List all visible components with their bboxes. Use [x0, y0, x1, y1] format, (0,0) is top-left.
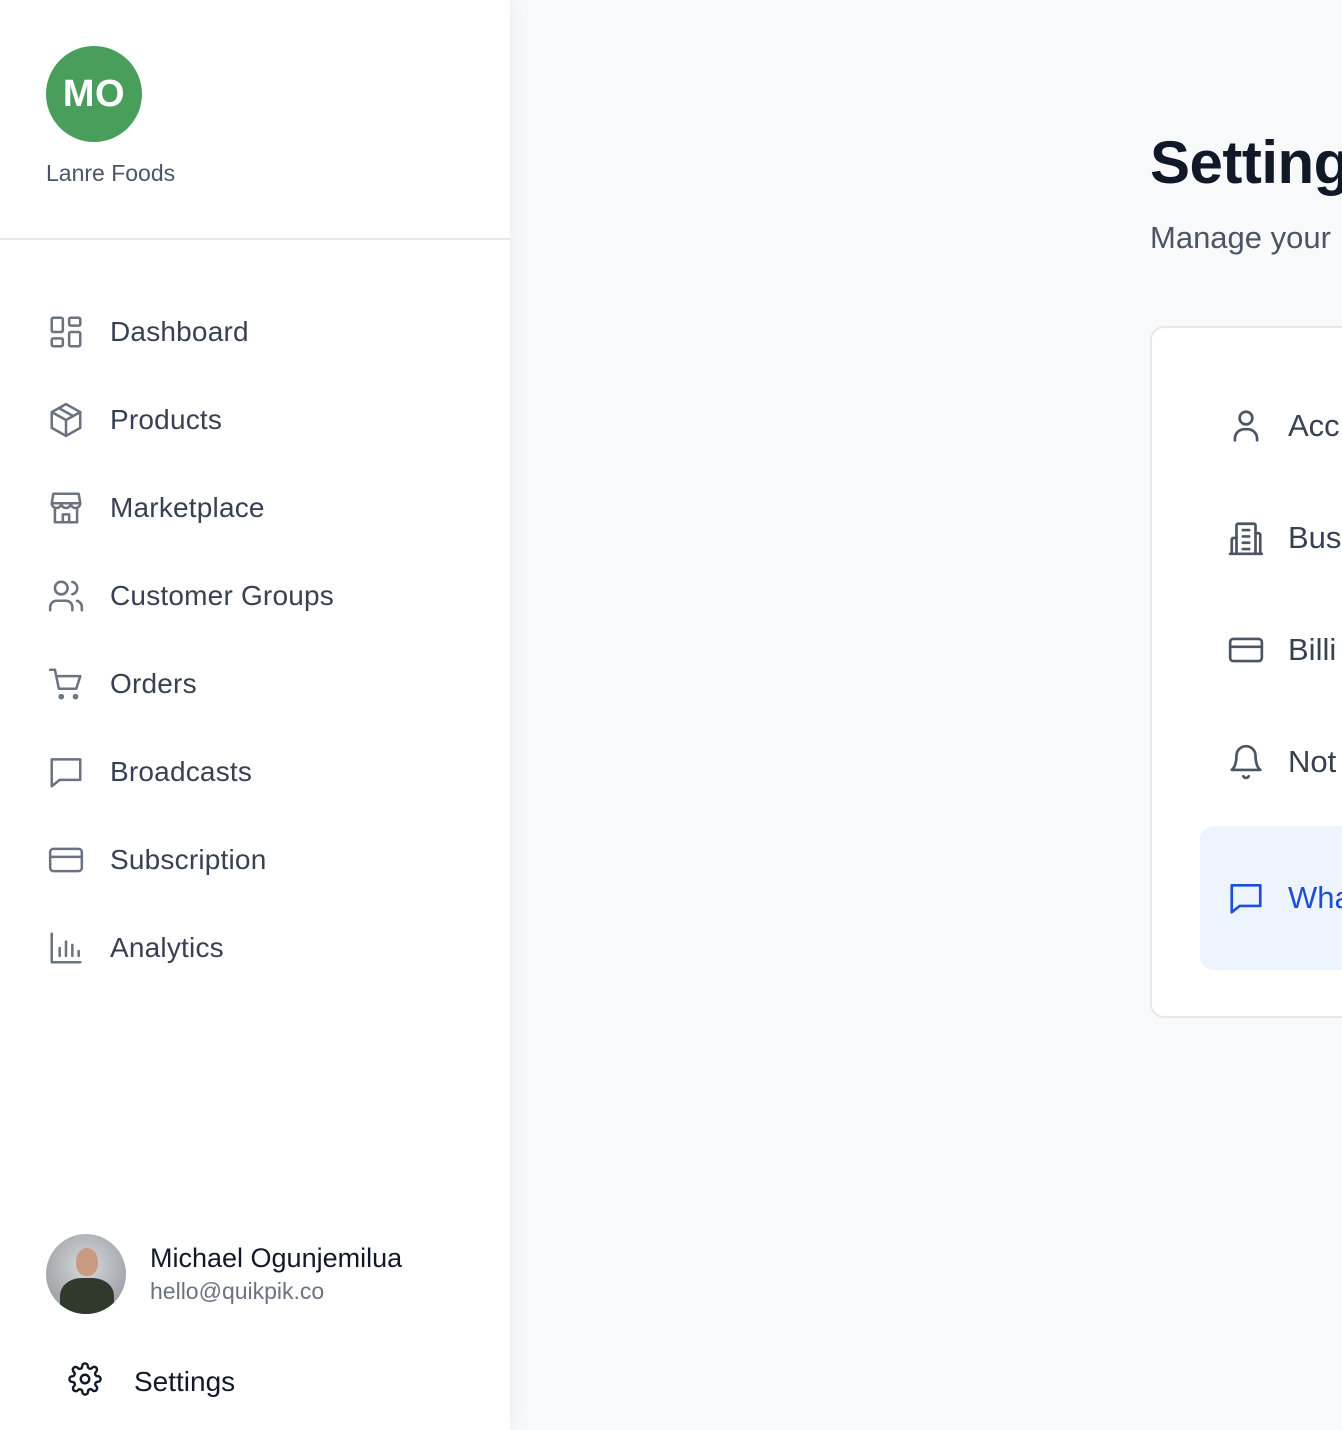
avatar: [46, 1234, 126, 1314]
building-icon: [1226, 518, 1266, 558]
sidebar-item-label: Orders: [110, 668, 197, 699]
chat-bubble-icon: [46, 752, 86, 792]
settings-menu-business[interactable]: Bus: [1200, 482, 1342, 594]
settings-menu-notifications[interactable]: Not: [1200, 706, 1342, 818]
settings-label: Settings: [134, 1365, 236, 1397]
main-content: Setting Manage your Acc Bus Billi Not Wh: [510, 0, 1342, 1430]
sidebar-item-orders[interactable]: Orders: [46, 640, 486, 728]
page-title: Setting: [1150, 129, 1342, 196]
sidebar-nav: Dashboard Products Marketplace Customer …: [46, 288, 486, 992]
sidebar-item-broadcasts[interactable]: Broadcasts: [46, 728, 486, 816]
settings-link[interactable]: Settings: [68, 1362, 235, 1401]
sidebar-item-label: Analytics: [110, 932, 224, 963]
user-info: Michael Ogunjemilua hello@quikpik.co: [150, 1241, 402, 1307]
sidebar-divider: [0, 238, 510, 240]
bar-chart-icon: [46, 928, 86, 968]
credit-card-icon: [1226, 630, 1266, 670]
sidebar-item-marketplace[interactable]: Marketplace: [46, 464, 486, 552]
gear-icon: [68, 1362, 102, 1401]
settings-menu-whatsapp-integration[interactable]: Wha Integ: [1200, 826, 1342, 970]
sidebar-item-subscription[interactable]: Subscription: [46, 816, 486, 904]
sidebar-item-analytics[interactable]: Analytics: [46, 904, 486, 992]
brand-name: Lanre Foods: [46, 160, 176, 186]
sidebar-item-label: Dashboard: [110, 316, 249, 347]
brand: MO Lanre Foods: [46, 46, 175, 186]
settings-menu-card: Acc Bus Billi Not Wh: [1150, 326, 1342, 1018]
credit-card-icon: [46, 840, 86, 880]
user-profile[interactable]: Michael Ogunjemilua hello@quikpik.co: [46, 1234, 402, 1314]
user-name: Michael Ogunjemilua: [150, 1243, 403, 1273]
sidebar-item-label: Marketplace: [110, 492, 265, 523]
sidebar: MO Lanre Foods Dashboard Products Market…: [0, 0, 510, 1430]
app-window: MO Lanre Foods Dashboard Products Market…: [0, 0, 1342, 1430]
sidebar-item-label: Broadcasts: [110, 756, 253, 787]
sidebar-item-label: Customer Groups: [110, 580, 334, 611]
sidebar-item-products[interactable]: Products: [46, 376, 486, 464]
sidebar-item-customer-groups[interactable]: Customer Groups: [46, 552, 486, 640]
settings-menu-label: Billi: [1288, 632, 1337, 667]
sidebar-item-dashboard[interactable]: Dashboard: [46, 288, 486, 376]
cart-icon: [46, 664, 86, 704]
user-icon: [1226, 406, 1266, 446]
settings-menu-label: Acc: [1288, 408, 1340, 443]
store-icon: [46, 488, 86, 528]
dashboard-grid-icon: [46, 312, 86, 352]
sidebar-item-label: Subscription: [110, 844, 267, 875]
brand-avatar[interactable]: MO: [46, 46, 142, 142]
chat-bubble-icon: [1226, 878, 1266, 918]
settings-menu-billing[interactable]: Billi: [1200, 594, 1342, 706]
users-icon: [46, 576, 86, 616]
box-icon: [46, 400, 86, 440]
bell-icon: [1226, 742, 1266, 782]
user-email: hello@quikpik.co: [150, 1278, 325, 1304]
settings-menu-label: Wha Integ: [1288, 880, 1342, 915]
settings-menu-account[interactable]: Acc: [1200, 370, 1342, 482]
settings-menu-label: Bus: [1288, 520, 1342, 555]
settings-menu-label: Not: [1288, 744, 1337, 779]
page-subtitle: Manage your: [1150, 220, 1331, 255]
sidebar-item-label: Products: [110, 404, 223, 435]
